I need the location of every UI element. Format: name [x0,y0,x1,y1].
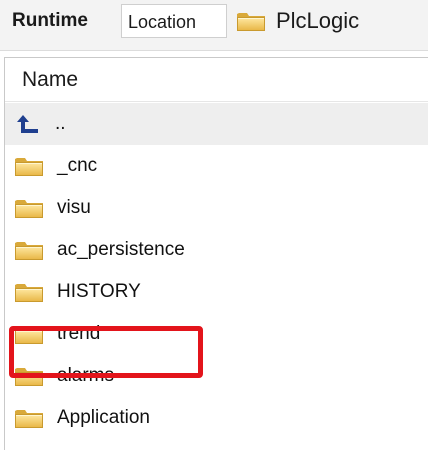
list-item-label: HISTORY [57,281,141,302]
parent-directory-icon [17,115,38,133]
folder-icon [236,9,266,33]
list-item-label: trend [57,323,101,344]
file-list: .. _cnc visu ac_persistence HISTORY tren [5,103,428,439]
list-item-folder[interactable]: visu [5,187,428,229]
list-item-folder[interactable]: ac_persistence [5,229,428,271]
list-item-label: ac_persistence [57,239,185,260]
list-item-label: .. [55,113,66,134]
list-item-label: alarms [57,365,115,386]
path-label: PlcLogic [276,8,360,33]
toolbar: Runtime Location PlcLogic [0,0,428,51]
folder-icon [14,407,44,429]
list-item-folder[interactable]: Application [5,397,428,439]
folder-icon [14,281,44,303]
column-header-name[interactable]: Name [5,58,428,102]
current-path[interactable]: PlcLogic [236,4,359,38]
list-item-folder[interactable]: _cnc [5,145,428,187]
tab-runtime[interactable]: Runtime [6,4,94,38]
list-item-folder-highlighted[interactable]: HISTORY [5,271,428,313]
file-browser-window: Runtime Location PlcLogic Name .. _cnc v… [0,0,428,450]
list-item-folder[interactable]: alarms [5,355,428,397]
folder-icon [14,155,44,177]
tab-location[interactable]: Location [121,4,227,38]
list-item-parent-directory[interactable]: .. [5,103,428,145]
file-list-panel: Name .. _cnc visu ac_persistence HISTORY… [4,57,428,450]
list-item-label: visu [57,197,91,218]
list-item-label: _cnc [57,155,98,176]
folder-icon [14,197,44,219]
list-item-label: Application [57,407,150,428]
folder-icon [14,239,44,261]
folder-icon [14,323,44,345]
list-item-folder[interactable]: trend [5,313,428,355]
folder-icon [14,365,44,387]
